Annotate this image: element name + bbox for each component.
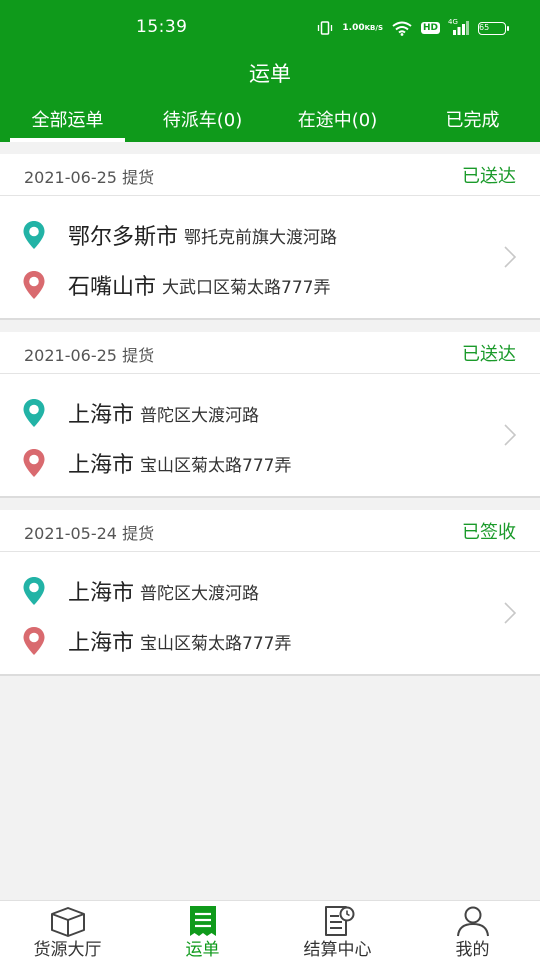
nav-mine-label: 我的	[455, 940, 490, 960]
pickup-date: 2021-06-25 提货	[24, 346, 155, 365]
origin-pin-icon	[23, 577, 45, 605]
chevron-right-icon[interactable]	[502, 244, 518, 270]
origin-city: 鄂尔多斯市	[68, 225, 179, 250]
user-icon	[456, 906, 489, 937]
hd-badge: HD	[420, 22, 440, 34]
origin-address: 普陀区大渡河路	[140, 583, 260, 604]
nav-settlement-center[interactable]: 结算中心	[270, 901, 405, 960]
nav-settlement-center-label: 结算中心	[303, 940, 372, 960]
battery-icon: 65	[478, 21, 509, 35]
order-route: 上海市 普陀区大渡河路 上海市 宝山区菊太路777弄	[0, 552, 540, 674]
origin-address: 鄂托克前旗大渡河路	[184, 227, 338, 248]
nav-orders[interactable]: 运单	[135, 901, 270, 960]
destination-stop: 石嘴山市 大武口区菊太路777弄	[22, 270, 330, 300]
destination-pin-icon	[23, 271, 45, 299]
destination-pin-icon	[23, 627, 45, 655]
order-card-header: 2021-06-25 提货 已送达	[0, 154, 540, 196]
destination-city: 石嘴山市	[68, 275, 157, 300]
destination-city: 上海市	[68, 631, 135, 656]
invoice-clock-icon	[324, 906, 354, 936]
order-card-header: 2021-05-24 提货 已签收	[0, 510, 540, 552]
active-tab-indicator	[10, 138, 125, 142]
document-icon	[189, 906, 216, 936]
origin-stop: 鄂尔多斯市 鄂托克前旗大渡河路	[22, 220, 337, 250]
order-status: 已送达	[462, 344, 516, 365]
destination-city: 上海市	[68, 453, 135, 478]
tab-in-transit[interactable]: 在途中(0)	[280, 106, 395, 142]
tab-completed[interactable]: 已完成	[415, 106, 530, 142]
order-card[interactable]: 2021-06-25 提货 已送达 鄂尔多斯市 鄂托克前旗大渡河路 石嘴山市 大…	[0, 154, 540, 320]
order-route: 上海市 普陀区大渡河路 上海市 宝山区菊太路777弄	[0, 374, 540, 496]
chevron-right-icon[interactable]	[502, 600, 518, 626]
tab-all-orders[interactable]: 全部运单	[10, 106, 125, 142]
network-speed: 1.00 KB/S	[342, 22, 383, 33]
nav-mine[interactable]: 我的	[405, 901, 540, 960]
nav-cargo-hall[interactable]: 货源大厅	[0, 901, 135, 960]
pickup-date: 2021-05-24 提货	[24, 524, 155, 543]
destination-address: 宝山区菊太路777弄	[140, 455, 292, 476]
origin-pin-icon	[23, 399, 45, 427]
origin-stop: 上海市 普陀区大渡河路	[22, 398, 259, 428]
origin-city: 上海市	[68, 403, 135, 428]
vibrate-icon	[317, 20, 333, 36]
order-card[interactable]: 2021-05-24 提货 已签收 上海市 普陀区大渡河路 上海市 宝山区菊太路…	[0, 510, 540, 676]
origin-pin-icon	[23, 221, 45, 249]
destination-stop: 上海市 宝山区菊太路777弄	[22, 626, 291, 656]
wifi-icon	[392, 21, 412, 36]
status-time: 15:39	[136, 17, 188, 37]
app-header: 15:39 1.00 KB/S HD 4G 65 运单 全部运单 待派车(0) …	[0, 0, 540, 142]
nav-orders-label: 运单	[185, 940, 220, 960]
nav-cargo-hall-label: 货源大厅	[33, 940, 102, 960]
status-icons: 1.00 KB/S HD 4G 65	[317, 17, 509, 39]
order-route: 鄂尔多斯市 鄂托克前旗大渡河路 石嘴山市 大武口区菊太路777弄	[0, 196, 540, 318]
destination-address: 大武口区菊太路777弄	[162, 277, 331, 298]
destination-address: 宝山区菊太路777弄	[140, 633, 292, 654]
tab-pending-dispatch-label: 待派车(0)	[162, 110, 243, 131]
tab-completed-label: 已完成	[445, 110, 500, 131]
tab-pending-dispatch[interactable]: 待派车(0)	[145, 106, 260, 142]
page-title: 运单	[249, 62, 291, 86]
pickup-date: 2021-06-25 提货	[24, 168, 155, 187]
signal-icon: 4G	[448, 18, 469, 35]
box-icon	[50, 907, 85, 937]
tab-in-transit-label: 在途中(0)	[297, 110, 378, 131]
destination-stop: 上海市 宝山区菊太路777弄	[22, 448, 291, 478]
order-status: 已签收	[462, 522, 516, 543]
order-card-header: 2021-06-25 提货 已送达	[0, 332, 540, 374]
order-card[interactable]: 2021-06-25 提货 已送达 上海市 普陀区大渡河路 上海市 宝山区菊太路…	[0, 332, 540, 498]
order-tabs: 全部运单 待派车(0) 在途中(0) 已完成	[0, 104, 540, 142]
origin-stop: 上海市 普陀区大渡河路	[22, 576, 259, 606]
destination-pin-icon	[23, 449, 45, 477]
bottom-nav: 货源大厅 运单 结算中心 我的	[0, 900, 540, 960]
origin-address: 普陀区大渡河路	[140, 405, 260, 426]
tab-all-orders-label: 全部运单	[31, 110, 104, 131]
origin-city: 上海市	[68, 581, 135, 606]
status-bar: 15:39 1.00 KB/S HD 4G 65	[0, 0, 540, 56]
order-status: 已送达	[462, 166, 516, 187]
chevron-right-icon[interactable]	[502, 422, 518, 448]
